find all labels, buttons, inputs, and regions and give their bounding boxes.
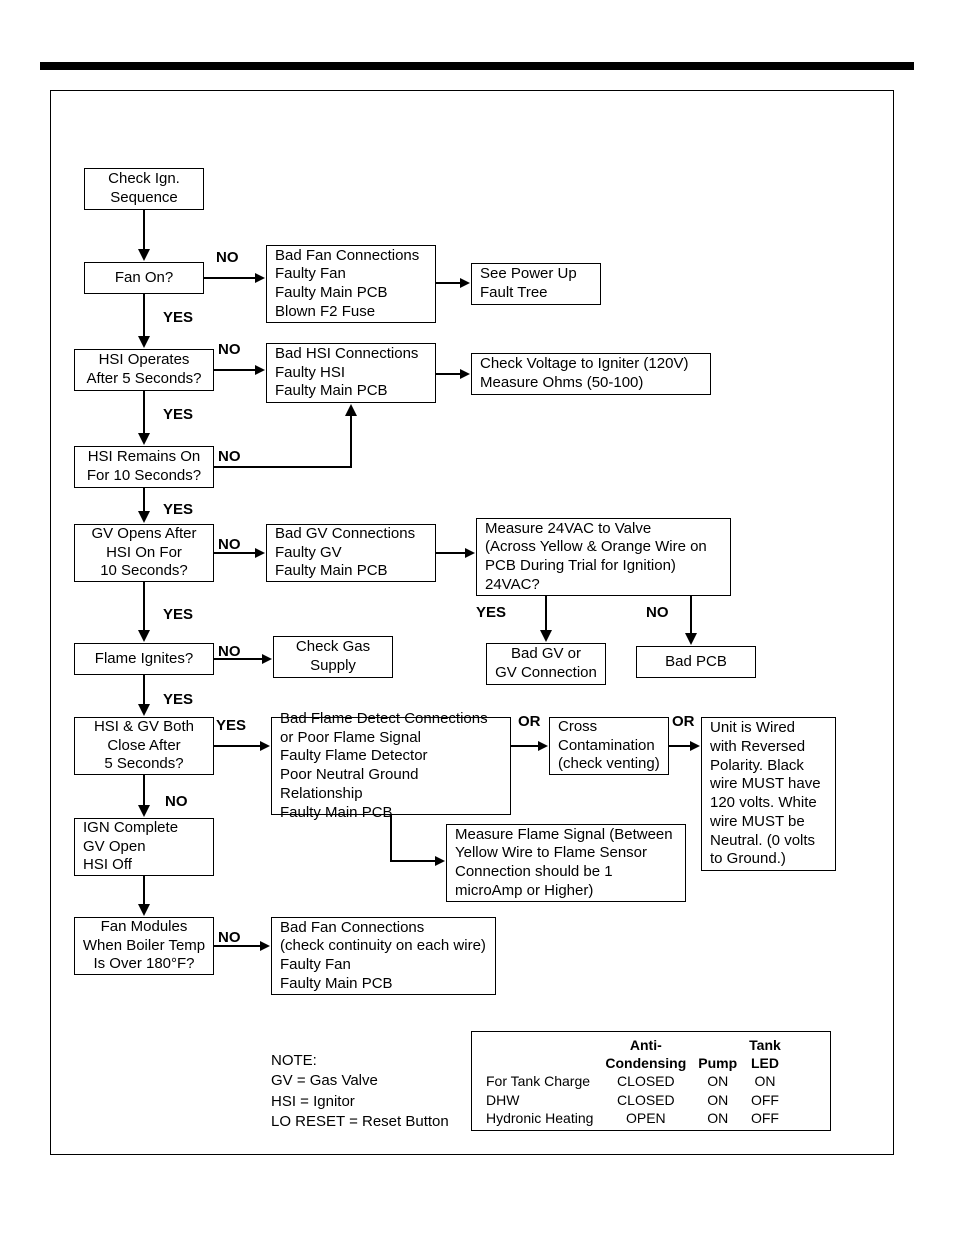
box-hsi-operates: HSI OperatesAfter 5 Seconds? (74, 349, 214, 391)
label-yes: YES (163, 501, 193, 518)
label-yes: YES (163, 406, 193, 423)
label-yes: YES (216, 717, 246, 734)
cell: CLOSED (599, 1072, 692, 1090)
label-or: OR (672, 713, 695, 730)
box-check-voltage: Check Voltage to Igniter (120V)Measure O… (471, 353, 711, 395)
header-rule (40, 62, 914, 70)
arrows-svg (51, 91, 895, 1156)
table-row: Hydronic Heating OPEN ON OFF (480, 1109, 787, 1127)
label-no: NO (218, 536, 241, 553)
state-col-pump: Pump (692, 1036, 743, 1072)
box-flame-ignites: Flame Ignites? (74, 643, 214, 675)
box-bad-flame-detect: Bad Flame Detect Connectionsor Poor Flam… (271, 717, 511, 815)
box-bad-fan2: Bad Fan Connections(check continuity on … (271, 917, 496, 995)
label-yes: YES (163, 606, 193, 623)
state-col-anticond: Anti-Condensing (599, 1036, 692, 1072)
box-bad-hsi: Bad HSI ConnectionsFaulty HSIFaulty Main… (266, 343, 436, 403)
cell: ON (692, 1109, 743, 1127)
box-fan-on: Fan On? (84, 262, 204, 294)
box-unit-wired: Unit is Wiredwith ReversedPolarity. Blac… (701, 717, 836, 871)
state-col-tankled: TankLED (743, 1036, 787, 1072)
label-no: NO (218, 341, 241, 358)
box-bad-gv: Bad GV ConnectionsFaulty GVFaulty Main P… (266, 524, 436, 582)
box-cross-contam: CrossContamination(check venting) (549, 717, 669, 775)
box-bad-fan: Bad Fan ConnectionsFaulty FanFaulty Main… (266, 245, 436, 323)
box-measure-24v: Measure 24VAC to Valve(Across Yellow & O… (476, 518, 731, 596)
label-no: NO (165, 793, 188, 810)
cell: ON (692, 1091, 743, 1109)
diagram-frame: Check Ign.Sequence Fan On? Bad Fan Conne… (50, 90, 894, 1155)
cell: OFF (743, 1109, 787, 1127)
box-check-ign: Check Ign.Sequence (84, 168, 204, 210)
label-no: NO (646, 604, 669, 621)
box-bad-gv-or: Bad GV orGV Connection (486, 643, 606, 685)
label-no: NO (216, 249, 239, 266)
label-no: NO (218, 643, 241, 660)
state-table: Anti-Condensing Pump TankLED For Tank Ch… (471, 1031, 831, 1131)
label-or: OR (518, 713, 541, 730)
cell: OFF (743, 1091, 787, 1109)
box-measure-flame: Measure Flame Signal (BetweenYellow Wire… (446, 824, 686, 902)
label-no: NO (218, 448, 241, 465)
state-col-blank (480, 1036, 599, 1072)
label-yes: YES (163, 691, 193, 708)
label-yes: YES (476, 604, 506, 621)
box-hsi-remains: HSI Remains OnFor 10 Seconds? (74, 446, 214, 488)
table-row: For Tank Charge CLOSED ON ON (480, 1072, 787, 1090)
label-yes: YES (163, 309, 193, 326)
cell: CLOSED (599, 1091, 692, 1109)
label-no: NO (218, 929, 241, 946)
note-legend: NOTE:GV = Gas ValveHSI = IgnitorLO RESET… (271, 1051, 449, 1132)
box-see-powerup: See Power UpFault Tree (471, 263, 601, 305)
cell: OPEN (599, 1109, 692, 1127)
table-row: DHW CLOSED ON OFF (480, 1091, 787, 1109)
box-ign-complete: IGN CompleteGV OpenHSI Off (74, 818, 214, 876)
box-check-gas: Check GasSupply (273, 636, 393, 678)
cell: For Tank Charge (480, 1072, 599, 1090)
page: Check Ign.Sequence Fan On? Bad Fan Conne… (0, 0, 954, 1235)
cell: ON (692, 1072, 743, 1090)
box-bad-pcb: Bad PCB (636, 646, 756, 678)
box-hsi-gv-close: HSI & GV BothClose After5 Seconds? (74, 717, 214, 775)
cell: Hydronic Heating (480, 1109, 599, 1127)
box-gv-opens: GV Opens AfterHSI On For10 Seconds? (74, 524, 214, 582)
cell: ON (743, 1072, 787, 1090)
state-table-inner: Anti-Condensing Pump TankLED For Tank Ch… (480, 1036, 787, 1127)
cell: DHW (480, 1091, 599, 1109)
box-fan-modules: Fan ModulesWhen Boiler TempIs Over 180°F… (74, 917, 214, 975)
